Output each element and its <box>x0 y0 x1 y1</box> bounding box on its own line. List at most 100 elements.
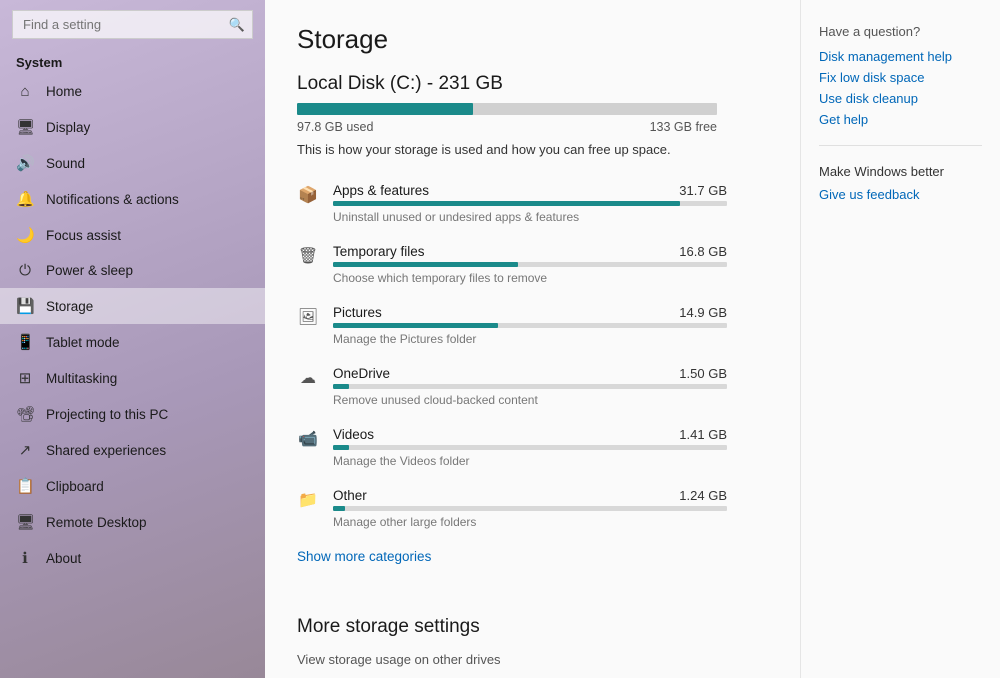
storage-item-0[interactable]: 📦 Apps & features 31.7 GB Uninstall unus… <box>297 173 727 234</box>
right-panel: Have a question? Disk management help Fix… <box>800 0 1000 678</box>
right-panel-link-3[interactable]: Get help <box>819 112 982 127</box>
sidebar-section-label: System <box>0 47 265 74</box>
storage-bar-fill-3 <box>333 384 349 389</box>
storage-desc-0: Uninstall unused or undesired apps & fea… <box>333 210 727 224</box>
sidebar-item-tablet-mode[interactable]: 📱 Tablet mode <box>0 324 265 360</box>
storage-icon-2: 🖼 <box>297 307 319 327</box>
sidebar-item-label-about: About <box>46 551 249 566</box>
storage-size-5: 1.24 GB <box>679 488 727 503</box>
sidebar-item-label-clipboard: Clipboard <box>46 479 249 494</box>
storage-bar-0 <box>333 201 727 206</box>
sidebar-item-label-projecting: Projecting to this PC <box>46 407 249 422</box>
sidebar-item-remote-desktop[interactable]: 🖥 Remote Desktop <box>0 504 265 540</box>
storage-item-1[interactable]: 🗑 Temporary files 16.8 GB Choose which t… <box>297 234 727 295</box>
sidebar-item-label-remote-desktop: Remote Desktop <box>46 515 249 530</box>
sidebar-item-clipboard[interactable]: 📋 Clipboard <box>0 468 265 504</box>
sidebar-item-about[interactable]: ℹ About <box>0 540 265 576</box>
sidebar-item-storage[interactable]: 💾 Storage <box>0 288 265 324</box>
storage-icon-5: 📁 <box>297 490 319 510</box>
storage-bar-fill-0 <box>333 201 680 206</box>
sidebar-item-label-shared-exp: Shared experiences <box>46 443 249 458</box>
storage-name-2: Pictures <box>333 305 382 320</box>
storage-size-4: 1.41 GB <box>679 427 727 442</box>
storage-bar-fill-2 <box>333 323 498 328</box>
notifications-icon: 🔔 <box>16 190 34 208</box>
storage-bar-5 <box>333 506 727 511</box>
storage-item-2[interactable]: 🖼 Pictures 14.9 GB Manage the Pictures f… <box>297 295 727 356</box>
storage-size-1: 16.8 GB <box>679 244 727 259</box>
storage-item-3[interactable]: ☁ OneDrive 1.50 GB Remove unused cloud-b… <box>297 356 727 417</box>
storage-info-3: OneDrive 1.50 GB Remove unused cloud-bac… <box>333 366 727 407</box>
sidebar-item-label-power-sleep: Power & sleep <box>46 263 249 278</box>
home-icon: ⌂ <box>16 83 34 100</box>
sidebar-item-label-sound: Sound <box>46 156 249 171</box>
storage-info-4: Videos 1.41 GB Manage the Videos folder <box>333 427 727 468</box>
sidebar-items: ⌂ Home 🖥 Display 🔊 Sound 🔔 Notifications… <box>0 74 265 576</box>
storage-info-5: Other 1.24 GB Manage other large folders <box>333 488 727 529</box>
storage-bar-fill-5 <box>333 506 345 511</box>
sidebar-item-multitasking[interactable]: ⊞ Multitasking <box>0 360 265 396</box>
about-icon: ℹ <box>16 549 34 567</box>
storage-bar-1 <box>333 262 727 267</box>
storage-header-0: Apps & features 31.7 GB <box>333 183 727 198</box>
storage-name-4: Videos <box>333 427 374 442</box>
sidebar-item-shared-exp[interactable]: ↗ Shared experiences <box>0 432 265 468</box>
sidebar-item-label-display: Display <box>46 120 249 135</box>
right-panel-link-1[interactable]: Fix low disk space <box>819 70 982 85</box>
storage-header-4: Videos 1.41 GB <box>333 427 727 442</box>
right-panel-link-0[interactable]: Disk management help <box>819 49 982 64</box>
sidebar-item-display[interactable]: 🖥 Display <box>0 109 265 145</box>
right-panel-link-2[interactable]: Use disk cleanup <box>819 91 982 106</box>
storage-header-3: OneDrive 1.50 GB <box>333 366 727 381</box>
sidebar-item-sound[interactable]: 🔊 Sound <box>0 145 265 181</box>
storage-bar-fill-4 <box>333 445 349 450</box>
storage-size-2: 14.9 GB <box>679 305 727 320</box>
storage-size-3: 1.50 GB <box>679 366 727 381</box>
show-more-link[interactable]: Show more categories <box>297 549 431 564</box>
storage-bar-2 <box>333 323 727 328</box>
feedback-link[interactable]: Give us feedback <box>819 187 982 202</box>
storage-desc-2: Manage the Pictures folder <box>333 332 727 346</box>
shared-exp-icon: ↗ <box>16 441 34 459</box>
remote-desktop-icon: 🖥 <box>16 513 34 531</box>
storage-name-5: Other <box>333 488 367 503</box>
storage-icon-1: 🗑 <box>297 246 319 266</box>
more-storage-section: More storage settings View storage usage… <box>297 616 768 678</box>
storage-name-0: Apps & features <box>333 183 429 198</box>
storage-header-1: Temporary files 16.8 GB <box>333 244 727 259</box>
storage-bar-3 <box>333 384 727 389</box>
sidebar-item-label-focus-assist: Focus assist <box>46 228 249 243</box>
tablet-mode-icon: 📱 <box>16 333 34 351</box>
storage-bar-fill-1 <box>333 262 518 267</box>
make-windows-better: Make Windows better <box>819 164 982 179</box>
storage-icon-3: ☁ <box>297 368 319 388</box>
storage-desc-1: Choose which temporary files to remove <box>333 271 727 285</box>
sidebar-item-projecting[interactable]: 📽 Projecting to this PC <box>0 396 265 432</box>
right-panel-question: Have a question? <box>819 24 982 39</box>
storage-info-1: Temporary files 16.8 GB Choose which tem… <box>333 244 727 285</box>
storage-desc-3: Remove unused cloud-backed content <box>333 393 727 407</box>
sidebar-item-home[interactable]: ⌂ Home <box>0 74 265 109</box>
sidebar: 🔍 System ⌂ Home 🖥 Display 🔊 Sound 🔔 Noti… <box>0 0 265 678</box>
multitasking-icon: ⊞ <box>16 369 34 387</box>
sidebar-item-label-multitasking: Multitasking <box>46 371 249 386</box>
storage-desc-5: Manage other large folders <box>333 515 727 529</box>
storage-item-4[interactable]: 📹 Videos 1.41 GB Manage the Videos folde… <box>297 417 727 478</box>
more-storage-desc: View storage usage on other drives <box>297 652 768 667</box>
sidebar-item-focus-assist[interactable]: 🌙 Focus assist <box>0 217 265 253</box>
storage-icon-0: 📦 <box>297 185 319 205</box>
disk-bar-container <box>297 103 717 115</box>
storage-icon: 💾 <box>16 297 34 315</box>
sidebar-item-notifications[interactable]: 🔔 Notifications & actions <box>0 181 265 217</box>
sidebar-item-label-storage: Storage <box>46 299 249 314</box>
disk-free-label: 133 GB free <box>650 120 717 134</box>
storage-name-1: Temporary files <box>333 244 425 259</box>
storage-header-2: Pictures 14.9 GB <box>333 305 727 320</box>
search-input[interactable] <box>12 10 253 39</box>
storage-name-3: OneDrive <box>333 366 390 381</box>
disk-used-label: 97.8 GB used <box>297 120 373 134</box>
storage-item-5[interactable]: 📁 Other 1.24 GB Manage other large folde… <box>297 478 727 539</box>
sidebar-item-power-sleep[interactable]: ⏻ Power & sleep <box>0 253 265 288</box>
sound-icon: 🔊 <box>16 154 34 172</box>
power-sleep-icon: ⏻ <box>16 262 34 279</box>
